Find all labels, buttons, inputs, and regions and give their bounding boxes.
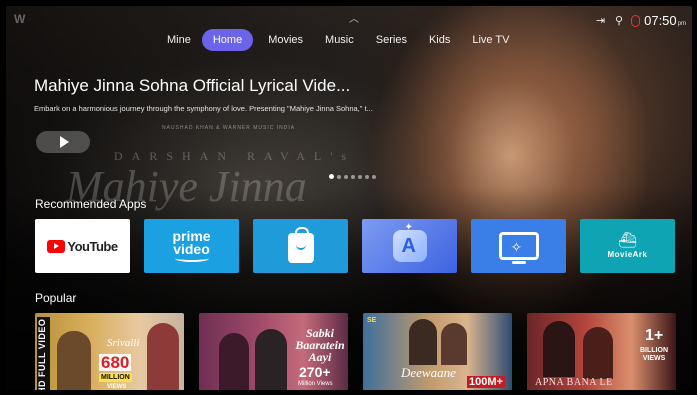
hero-description: Embark on a harmonious journey through t… bbox=[34, 104, 373, 113]
thumbnail-figure bbox=[255, 329, 287, 390]
play-icon bbox=[60, 136, 69, 148]
app-youtube[interactable]: YouTube bbox=[35, 219, 130, 273]
popular-card[interactable]: 1+ BILLION VIEWS APNA BANA LE bbox=[527, 313, 676, 390]
recommended-apps-row: YouTube prime video ✦ A ✧ ⛴ MovieArk bbox=[35, 219, 689, 273]
app-store[interactable] bbox=[253, 219, 348, 273]
card-song-title: APNA BANA LE bbox=[535, 377, 613, 388]
card-song-title: Sabki Baaratein Aayi bbox=[295, 326, 345, 364]
views-count: 1+ bbox=[645, 327, 664, 344]
mic-off-icon bbox=[631, 15, 641, 27]
tv-home-screen: NAUSHAD KHAN & WARNER MUSIC INDIA DARSHA… bbox=[6, 6, 692, 390]
thumbnail-figure bbox=[583, 327, 613, 379]
carousel-dot bbox=[351, 174, 355, 179]
recommended-apps-title: Recommended Apps bbox=[35, 197, 147, 211]
shopping-bag-icon bbox=[287, 227, 314, 263]
input-source-icon[interactable]: ⇥ bbox=[596, 14, 605, 27]
sparkle-icon: ✦ bbox=[404, 222, 413, 233]
app-prime-video[interactable]: prime video bbox=[144, 219, 239, 273]
thumbnail-figure bbox=[543, 321, 575, 377]
status-bar: ⇥ ⚲ 07:50 pm bbox=[586, 13, 686, 28]
poster-presents-text: NAUSHAD KHAN & WARNER MUSIC INDIA bbox=[162, 125, 296, 131]
tab-live-tv[interactable]: Live TV bbox=[461, 29, 520, 51]
ai-app-icon: ✦ A bbox=[392, 222, 427, 262]
popular-card[interactable]: Sabki Baaratein Aayi 270+ Million Views bbox=[199, 313, 348, 390]
tab-mine[interactable]: Mine bbox=[156, 29, 202, 51]
popular-card[interactable]: SE Deewaane 100M+ bbox=[363, 313, 512, 390]
clock: 07:50 pm bbox=[631, 13, 686, 28]
carousel-dot bbox=[372, 174, 376, 179]
views-count: 270+ bbox=[299, 364, 331, 380]
brand-logo: W bbox=[14, 12, 25, 26]
thumbnail-figure bbox=[441, 323, 467, 365]
carousel-dot bbox=[365, 174, 369, 179]
carousel-dot bbox=[344, 174, 348, 179]
app-ai[interactable]: ✦ A bbox=[362, 219, 457, 273]
wand-icon: ✧ bbox=[510, 239, 523, 255]
thumbnail-figure bbox=[409, 319, 437, 365]
carousel-indicator bbox=[329, 174, 379, 179]
carousel-dot-active bbox=[329, 174, 334, 179]
hero-title: Mahiye Jinna Sohna Official Lyrical Vide… bbox=[34, 76, 351, 95]
hd-full-video-badge: HD FULL VIDEO bbox=[37, 317, 50, 390]
main-nav: Mine Home Movies Music Series Kids Live … bbox=[156, 28, 520, 52]
carousel-dot bbox=[337, 174, 341, 179]
clock-ampm: pm bbox=[677, 21, 686, 27]
app-movieark[interactable]: ⛴ MovieArk bbox=[580, 219, 675, 273]
views-count: 680 bbox=[99, 353, 132, 372]
card-song-title: Srivalli bbox=[107, 337, 140, 349]
search-icon[interactable]: ⚲ bbox=[615, 14, 623, 27]
views-label: BILLION VIEWS bbox=[640, 347, 668, 362]
tab-kids[interactable]: Kids bbox=[418, 29, 461, 51]
channel-logo: SE bbox=[367, 317, 377, 324]
tab-home[interactable]: Home bbox=[201, 29, 254, 51]
chevron-up-icon: ︿ bbox=[349, 14, 359, 25]
thumbnail-figure bbox=[219, 333, 249, 390]
popular-row: HD FULL VIDEO Srivalli 680 MILLION VIEWS… bbox=[35, 313, 691, 390]
youtube-logo: YouTube bbox=[47, 238, 118, 254]
popular-card[interactable]: HD FULL VIDEO Srivalli 680 MILLION VIEWS bbox=[35, 313, 184, 390]
prime-smile-icon bbox=[174, 255, 209, 262]
play-button[interactable] bbox=[36, 131, 90, 153]
views-unit: MILLION bbox=[99, 373, 132, 382]
clock-time: 07:50 bbox=[644, 13, 677, 28]
prime-video-label: prime video bbox=[172, 228, 211, 257]
thumbnail-figure bbox=[147, 323, 179, 390]
views-count: 100M+ bbox=[467, 376, 505, 388]
youtube-label: YouTube bbox=[67, 238, 118, 254]
views-label: Million Views bbox=[298, 381, 333, 387]
thumbnail-figure bbox=[57, 331, 91, 390]
youtube-play-icon bbox=[47, 239, 66, 253]
movieark-label: MovieArk bbox=[607, 250, 648, 259]
monitor-icon: ✧ bbox=[498, 232, 539, 264]
tab-movies[interactable]: Movies bbox=[257, 29, 314, 51]
app-cast[interactable]: ✧ bbox=[471, 219, 566, 273]
carousel-dot bbox=[358, 174, 362, 179]
tab-music[interactable]: Music bbox=[314, 29, 365, 51]
views-label: VIEWS bbox=[107, 384, 127, 390]
ship-icon: ⛴ bbox=[617, 232, 638, 249]
tab-series[interactable]: Series bbox=[365, 29, 418, 51]
card-song-title: Deewaane bbox=[401, 365, 456, 380]
popular-title: Popular bbox=[35, 291, 77, 305]
